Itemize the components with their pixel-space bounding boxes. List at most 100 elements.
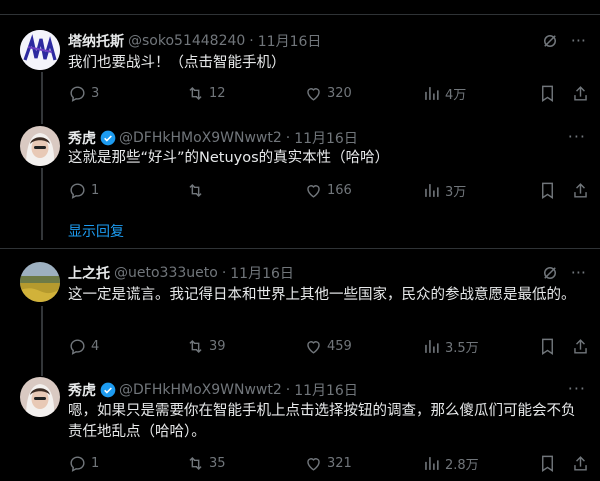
person-photo-icon — [20, 126, 60, 166]
avatar[interactable] — [20, 262, 60, 302]
share-icon[interactable] — [571, 454, 590, 473]
tweet-header: 秀虎 @DFHkHMoX9WNwwt2 · 11月16日 — [68, 380, 358, 400]
like-button[interactable]: 459 — [304, 337, 422, 356]
top-divider — [0, 14, 600, 15]
reply-button[interactable]: 3 — [68, 84, 186, 103]
reply-button[interactable]: 4 — [68, 337, 186, 356]
view-count: 3.5万 — [445, 341, 479, 356]
reply-icon — [70, 86, 85, 102]
views-chart-icon — [425, 457, 439, 470]
action-bar: 4 39 459 3.5万 — [68, 337, 582, 356]
view-count: 4万 — [445, 88, 467, 103]
share-icon[interactable] — [571, 181, 590, 200]
more-icon[interactable]: ··· — [571, 263, 586, 282]
views-chart-icon — [425, 184, 439, 197]
like-count: 320 — [327, 86, 352, 101]
verified-badge-icon — [100, 130, 116, 146]
views-button[interactable]: 2.8万 — [422, 454, 522, 473]
user-handle[interactable]: @DFHkHMoX9WNwwt2 — [119, 382, 282, 398]
separator-dot: · — [249, 33, 254, 49]
heart-icon — [307, 185, 320, 198]
thread-line — [41, 72, 43, 124]
view-count: 2.8万 — [445, 458, 479, 473]
retweet-icon — [189, 183, 202, 198]
like-count: 459 — [327, 339, 352, 354]
avatar[interactable] — [20, 126, 60, 166]
tweet-text: 嗯，如果只是需要你在智能手机上点击选择按钮的调查，那么傻瓜们可能会不负责任地乱点… — [68, 403, 576, 440]
separator-dot: · — [221, 265, 227, 281]
retweet-button[interactable]: 35 — [186, 454, 304, 473]
reply-count: 3 — [91, 86, 100, 101]
retweet-button[interactable]: 12 — [186, 84, 304, 103]
grok-icon[interactable] — [541, 32, 559, 50]
more-icon[interactable]: ··· — [571, 31, 586, 50]
tweet-corner-actions: ··· — [541, 31, 586, 50]
thread-divider — [0, 248, 600, 249]
bookmark-icon[interactable] — [538, 454, 557, 473]
retweet-icon — [189, 86, 202, 101]
reply-count: 1 — [91, 456, 100, 471]
share-actions — [538, 454, 590, 473]
share-icon[interactable] — [571, 337, 590, 356]
action-bar: 3 12 320 4万 — [68, 84, 582, 103]
retweet-button[interactable]: 39 — [186, 337, 304, 356]
tweet-text: 这一定是谎言。我记得日本和世界上其他一些国家，民众的参战意愿是最低的。 — [68, 287, 576, 303]
display-name[interactable]: 秀虎 — [68, 380, 96, 400]
abstract-logo-icon — [20, 30, 60, 70]
timestamp[interactable]: 11月16日 — [294, 128, 358, 148]
bookmark-icon[interactable] — [538, 337, 557, 356]
show-replies-link[interactable]: 显示回复 — [68, 221, 124, 241]
thread-line — [41, 168, 43, 240]
separator-dot: · — [285, 382, 291, 398]
display-name[interactable]: 塔纳托斯 — [68, 31, 124, 51]
user-handle[interactable]: @ueto333ueto — [114, 265, 218, 281]
share-actions — [538, 84, 590, 103]
more-icon[interactable]: ··· — [568, 379, 586, 398]
user-handle[interactable]: @DFHkHMoX9WNwwt2 — [119, 130, 282, 146]
avatar[interactable] — [20, 377, 60, 417]
bookmark-icon[interactable] — [538, 181, 557, 200]
like-count: 166 — [327, 183, 352, 198]
reply-icon — [70, 456, 85, 472]
display-name[interactable]: 秀虎 — [68, 128, 96, 148]
share-actions — [538, 181, 590, 200]
person-photo-icon — [20, 377, 60, 417]
heart-icon — [307, 341, 320, 354]
view-count: 3万 — [445, 185, 467, 200]
retweet-icon — [189, 339, 202, 354]
tweet-text: 这就是那些“好斗”的Netuyos的真实本性（哈哈） — [68, 150, 390, 166]
reply-button[interactable]: 1 — [68, 181, 186, 200]
timestamp[interactable]: 11月16日 — [258, 31, 322, 51]
user-handle[interactable]: @soko51448240 — [128, 33, 245, 49]
tweet-text: 我们也要战斗！（点击智能手机） — [68, 55, 286, 71]
thread-line — [41, 306, 43, 376]
timestamp[interactable]: 11月16日 — [230, 263, 294, 283]
action-bar: 1 35 321 2.8万 — [68, 454, 582, 473]
display-name[interactable]: 上之托 — [68, 263, 110, 283]
share-icon[interactable] — [571, 84, 590, 103]
more-icon[interactable]: ··· — [568, 127, 586, 146]
like-button[interactable]: 166 — [304, 181, 422, 200]
tweet-header: 上之托 @ueto333ueto · 11月16日 — [68, 263, 294, 283]
tweet-corner-actions: ··· — [541, 263, 586, 282]
retweet-count: 12 — [209, 86, 226, 101]
retweet-button[interactable] — [186, 181, 304, 200]
views-button[interactable]: 3.5万 — [422, 337, 522, 356]
reply-count: 1 — [91, 183, 100, 198]
retweet-count: 39 — [209, 339, 226, 354]
heart-icon — [307, 88, 320, 101]
reply-button[interactable]: 1 — [68, 454, 186, 473]
heart-icon — [307, 458, 320, 471]
like-button[interactable]: 320 — [304, 84, 422, 103]
views-button[interactable]: 4万 — [422, 84, 522, 103]
avatar[interactable] — [20, 30, 60, 70]
like-count: 321 — [327, 456, 352, 471]
tweet-header: 秀虎 @DFHkHMoX9WNwwt2 · 11月16日 — [68, 128, 358, 148]
like-button[interactable]: 321 — [304, 454, 422, 473]
verified-badge-icon — [100, 382, 116, 398]
views-button[interactable]: 3万 — [422, 181, 522, 200]
grok-icon[interactable] — [541, 264, 559, 282]
timestamp[interactable]: 11月16日 — [294, 380, 358, 400]
reply-icon — [70, 183, 85, 199]
bookmark-icon[interactable] — [538, 84, 557, 103]
